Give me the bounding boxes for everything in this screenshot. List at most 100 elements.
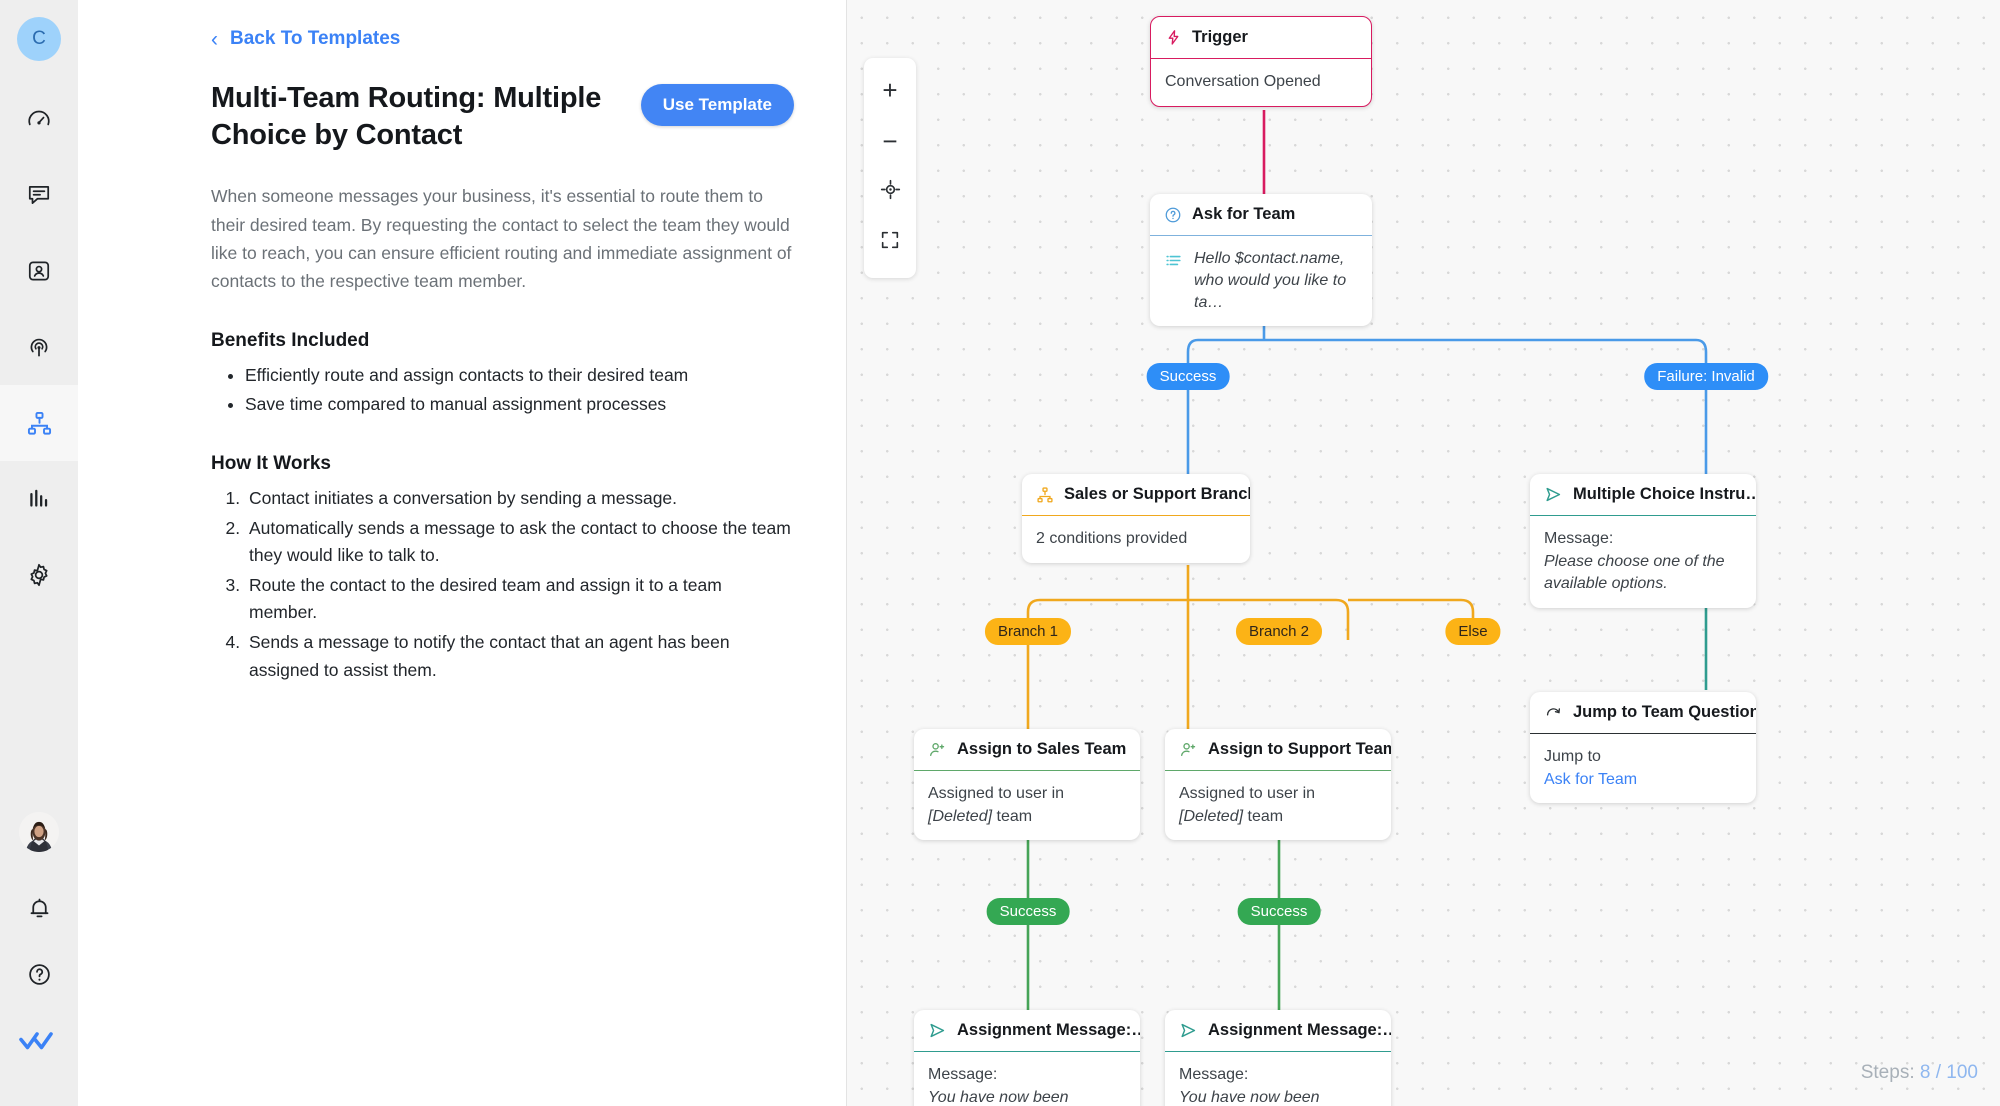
sidebar-item-settings[interactable] [0, 537, 78, 613]
zoom-in-icon: + [882, 74, 898, 105]
node-title: Multiple Choice Instru… [1573, 485, 1756, 503]
node-header: Ask for Team [1150, 194, 1372, 236]
node-trigger[interactable]: Trigger Conversation Opened [1150, 16, 1372, 107]
benefits-heading: Benefits Included [211, 329, 370, 351]
edge-label-success-support[interactable]: Success [1237, 898, 1321, 926]
node-body-emphasis: [Deleted] [1179, 807, 1244, 825]
node-title: Assign to Sales Team [957, 740, 1127, 758]
back-to-templates-label: Back To Templates [230, 28, 401, 49]
node-title: Ask for Team [1192, 205, 1296, 223]
sidebar-item-reports[interactable] [0, 461, 78, 537]
node-header: Assignment Message:… [914, 1010, 1140, 1052]
node-title: Sales or Support Branch [1064, 485, 1250, 503]
assign-user-icon [1179, 740, 1198, 759]
assign-user-icon [928, 740, 947, 759]
page-title: Multi-Team Routing: Multiple Choice by C… [211, 82, 602, 152]
fit-screen-icon [879, 229, 901, 256]
sidebar-item-workflows[interactable] [0, 385, 78, 461]
node-body: Assigned to user in [Deleted] team [1165, 771, 1391, 840]
edge-label-success-sales[interactable]: Success [986, 898, 1070, 926]
node-jump-to-team-question[interactable]: Jump to Team Question Jump to Ask for Te… [1530, 692, 1756, 804]
list-item: Route the contact to the desired team an… [245, 572, 794, 627]
sidebar-item-inbox[interactable] [0, 157, 78, 233]
node-body-text: You have now been [1179, 1088, 1320, 1106]
how-it-works-heading: How It Works [211, 452, 331, 474]
edge-label-success-ask[interactable]: Success [1146, 363, 1230, 391]
node-body: Message: You have now been [1165, 1052, 1391, 1106]
steps-counter-value: 8 / 100 [1919, 1062, 1978, 1083]
node-body-text: Assigned to user in [1179, 785, 1316, 802]
edge-label-branch-1[interactable]: Branch 1 [984, 618, 1072, 646]
edge-label-else[interactable]: Else [1445, 618, 1501, 646]
back-to-templates-link[interactable]: ‹ Back To Templates [211, 28, 794, 50]
node-header: Assign to Support Team [1165, 729, 1391, 771]
app-logo [0, 1010, 78, 1076]
edge-label-failure-invalid[interactable]: Failure: Invalid [1644, 363, 1768, 391]
list-item: Automatically sends a message to ask the… [245, 515, 794, 570]
chevron-left-icon: ‹ [211, 27, 218, 51]
zoom-in-button[interactable]: + [864, 64, 916, 115]
sidebar-item-dashboard[interactable] [0, 81, 78, 157]
chat-bubble-icon [26, 182, 52, 208]
user-avatar-photo[interactable] [19, 812, 59, 852]
sidebar-item-contacts[interactable] [0, 233, 78, 309]
node-title: Assignment Message:… [1208, 1021, 1391, 1039]
node-header: Assignment Message:… [1165, 1010, 1391, 1052]
use-template-button[interactable]: Use Template [640, 84, 794, 126]
node-ask-for-team[interactable]: Ask for Team Hello $contact.name, who wo… [1150, 194, 1372, 327]
branch-tree-icon [1036, 486, 1054, 504]
node-header: Jump to Team Question [1530, 692, 1756, 734]
bell-icon [27, 896, 52, 926]
zoom-out-icon: − [882, 125, 898, 156]
question-circle-icon [1164, 206, 1182, 224]
send-icon [1544, 485, 1563, 504]
node-multiple-choice-instruction[interactable]: Multiple Choice Instru… Message: Please … [1530, 474, 1756, 609]
benefits-list: Efficiently route and assign contacts to… [211, 362, 794, 419]
template-description: When someone messages your business, it'… [211, 186, 792, 292]
sidebar-item-help[interactable] [0, 944, 78, 1010]
edge-label-branch-2[interactable]: Branch 2 [1235, 618, 1323, 646]
node-assign-to-sales-team[interactable]: Assign to Sales Team Assigned to user in… [914, 729, 1140, 841]
node-body-text: Hello $contact.name, who would you like … [1194, 250, 1347, 312]
help-question-icon [27, 962, 52, 992]
node-title: Assignment Message:… [957, 1021, 1140, 1039]
zoom-out-button[interactable]: − [864, 115, 916, 166]
jump-target-link[interactable]: Ask for Team [1544, 769, 1742, 792]
node-body-label: Message: [928, 1066, 998, 1083]
node-assignment-message-support[interactable]: Assignment Message:… Message: You have n… [1165, 1010, 1391, 1106]
node-body: Message: Please choose one of the availa… [1530, 516, 1756, 608]
node-body-emphasis: [Deleted] [928, 807, 993, 825]
node-body: Conversation Opened [1165, 73, 1321, 90]
steps-counter-label: Steps: [1860, 1062, 1915, 1083]
node-header: Assign to Sales Team [914, 729, 1140, 771]
node-assignment-message-sales[interactable]: Assignment Message:… Message: You have n… [914, 1010, 1140, 1106]
node-body: Assigned to user in [Deleted] team [914, 771, 1140, 840]
canvas-zoom-controls: + − [864, 58, 916, 278]
node-body-text: You have now been [928, 1088, 1069, 1106]
workflow-canvas[interactable]: + − Trigger Conversation Opened Ask for … [846, 0, 2000, 1106]
center-focus-button[interactable] [864, 166, 916, 217]
node-body-label: Message: [1179, 1066, 1249, 1083]
node-sales-or-support-branch[interactable]: Sales or Support Branch 2 conditions pro… [1022, 474, 1250, 563]
title-row: Multi-Team Routing: Multiple Choice by C… [211, 80, 794, 154]
bar-chart-icon [26, 486, 52, 512]
node-body: 2 conditions provided [1036, 530, 1188, 547]
node-assign-to-support-team[interactable]: Assign to Support Team Assigned to user … [1165, 729, 1391, 841]
list-item: Contact initiates a conversation by send… [245, 485, 794, 513]
gear-icon [26, 562, 52, 588]
workspace-avatar[interactable]: C [17, 17, 61, 61]
how-it-works-list: Contact initiates a conversation by send… [211, 485, 794, 684]
node-body-text: Please choose one of the available optio… [1544, 552, 1725, 593]
send-icon [928, 1021, 947, 1040]
sidebar-item-broadcasts[interactable] [0, 309, 78, 385]
list-item: Efficiently route and assign contacts to… [245, 362, 794, 390]
node-body: Message: You have now been [914, 1052, 1140, 1106]
canvas-left-border [846, 0, 847, 1106]
sidebar-item-notifications[interactable] [0, 878, 78, 944]
workflow-edges [1026, 110, 1708, 1010]
node-body-text: Assigned to user in [928, 785, 1065, 802]
node-body-suffix: team [1247, 807, 1284, 825]
fit-screen-button[interactable] [864, 217, 916, 268]
send-icon [1179, 1021, 1198, 1040]
workflow-icon [26, 410, 53, 437]
